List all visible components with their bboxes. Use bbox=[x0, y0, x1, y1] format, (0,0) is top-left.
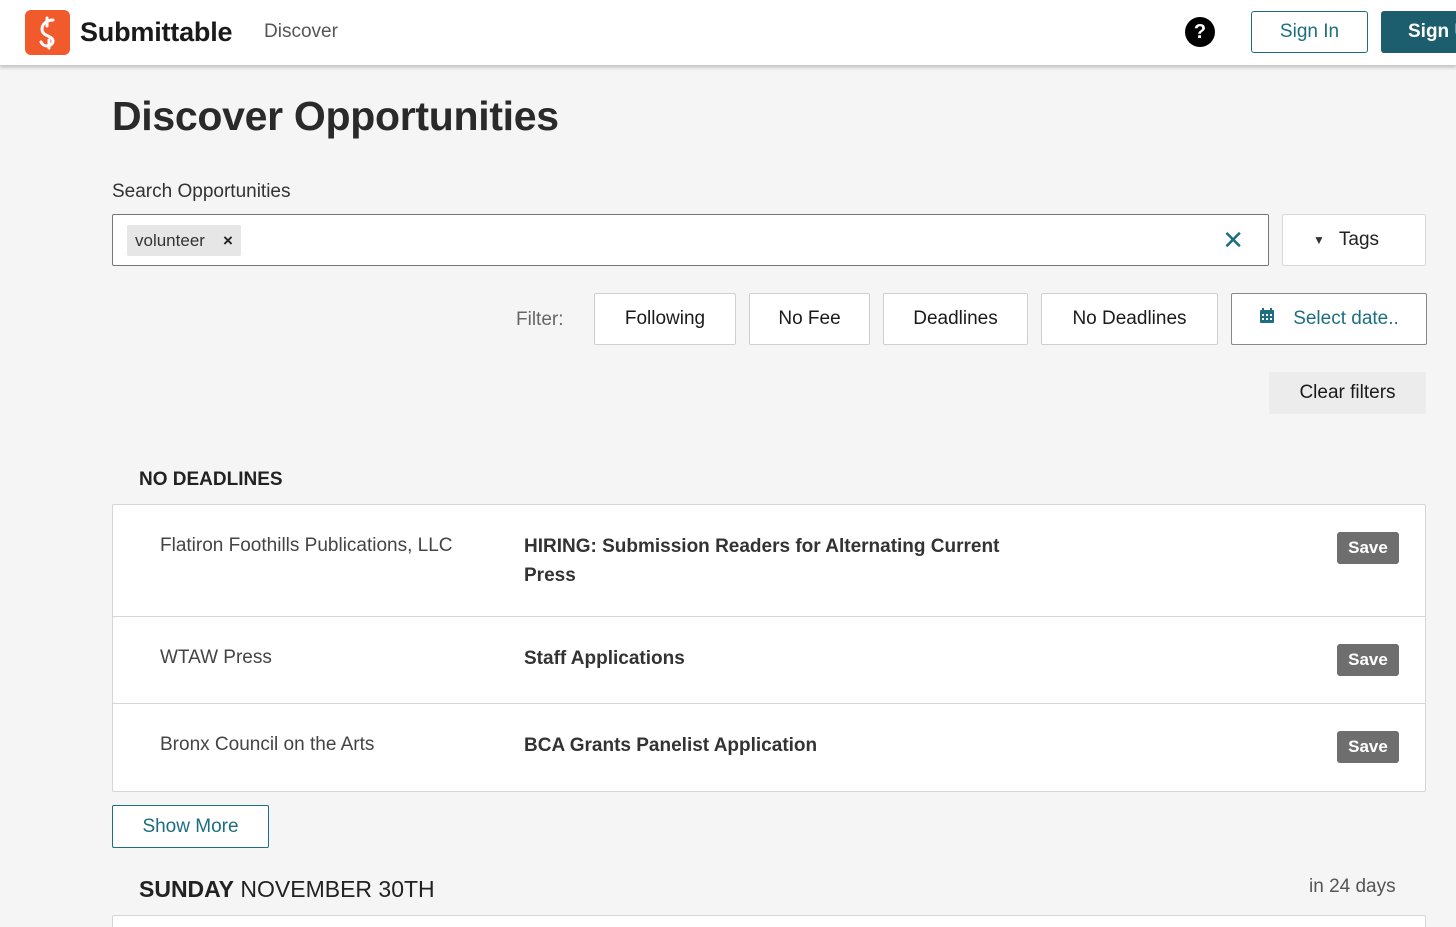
date-section-heading: SUNDAY NOVEMBER 30TH bbox=[139, 876, 435, 903]
save-button[interactable]: Save bbox=[1337, 731, 1399, 763]
section-heading: NO DEADLINES bbox=[139, 469, 283, 490]
search-tag-chip: volunteer × bbox=[127, 225, 241, 256]
organization-name: WTAW Press bbox=[160, 647, 272, 668]
filter-deadlines-button[interactable]: Deadlines bbox=[883, 293, 1028, 345]
search-tag-chip-label: volunteer bbox=[135, 230, 205, 250]
chevron-down-icon: ▼ bbox=[1313, 233, 1325, 247]
save-button[interactable]: Save bbox=[1337, 532, 1399, 564]
submittable-logo-icon[interactable] bbox=[25, 10, 70, 55]
opportunity-row[interactable]: WTAW Press Staff Applications Save bbox=[113, 617, 1425, 704]
opportunity-title[interactable]: BCA Grants Panelist Application bbox=[524, 731, 1004, 760]
opportunity-row[interactable]: Flatiron Foothills Publications, LLC HIR… bbox=[113, 505, 1425, 617]
search-label: Search Opportunities bbox=[112, 181, 291, 202]
filter-no-deadlines-button[interactable]: No Deadlines bbox=[1041, 293, 1218, 345]
opportunity-title[interactable]: Staff Applications bbox=[524, 644, 1004, 673]
sign-in-button[interactable]: Sign In bbox=[1251, 11, 1368, 53]
opportunity-list: Flatiron Foothills Publications, LLC HIR… bbox=[112, 504, 1426, 792]
save-button[interactable]: Save bbox=[1337, 644, 1399, 676]
brand-name[interactable]: Submittable bbox=[80, 17, 233, 48]
filter-no-fee-button[interactable]: No Fee bbox=[749, 293, 870, 345]
tags-dropdown-label: Tags bbox=[1338, 229, 1380, 250]
date-heading-date: NOVEMBER 30TH bbox=[240, 876, 435, 902]
date-picker-button[interactable]: Select date.. bbox=[1231, 293, 1427, 345]
top-nav-bar: Submittable Discover ? Sign In Sign Up bbox=[0, 0, 1456, 66]
relative-deadline: in 24 days bbox=[1309, 876, 1396, 897]
opportunity-title[interactable]: HIRING: Submission Readers for Alternati… bbox=[524, 532, 1004, 590]
remove-chip-icon[interactable]: × bbox=[223, 231, 233, 251]
search-input[interactable]: volunteer × ✕ bbox=[112, 214, 1269, 266]
filter-following-button[interactable]: Following bbox=[594, 293, 736, 345]
help-icon[interactable]: ? bbox=[1185, 17, 1215, 47]
organization-name: Bronx Council on the Arts bbox=[160, 734, 375, 755]
clear-filters-button[interactable]: Clear filters bbox=[1269, 372, 1426, 414]
tags-dropdown[interactable]: ▼ Tags bbox=[1282, 214, 1426, 266]
page-title: Discover Opportunities bbox=[112, 93, 559, 139]
nav-discover-link[interactable]: Discover bbox=[264, 21, 338, 43]
sign-up-button[interactable]: Sign Up bbox=[1381, 11, 1456, 53]
opportunity-row[interactable]: Bronx Council on the Arts BCA Grants Pan… bbox=[113, 704, 1425, 791]
opportunity-list bbox=[112, 915, 1426, 927]
calendar-icon bbox=[1260, 308, 1275, 323]
date-picker-label: Select date.. bbox=[1293, 308, 1399, 329]
organization-name: Flatiron Foothills Publications, LLC bbox=[160, 535, 453, 556]
date-heading-day: SUNDAY bbox=[139, 876, 235, 902]
clear-search-icon[interactable]: ✕ bbox=[1222, 226, 1244, 254]
show-more-button[interactable]: Show More bbox=[112, 805, 269, 848]
filter-label: Filter: bbox=[516, 309, 564, 330]
